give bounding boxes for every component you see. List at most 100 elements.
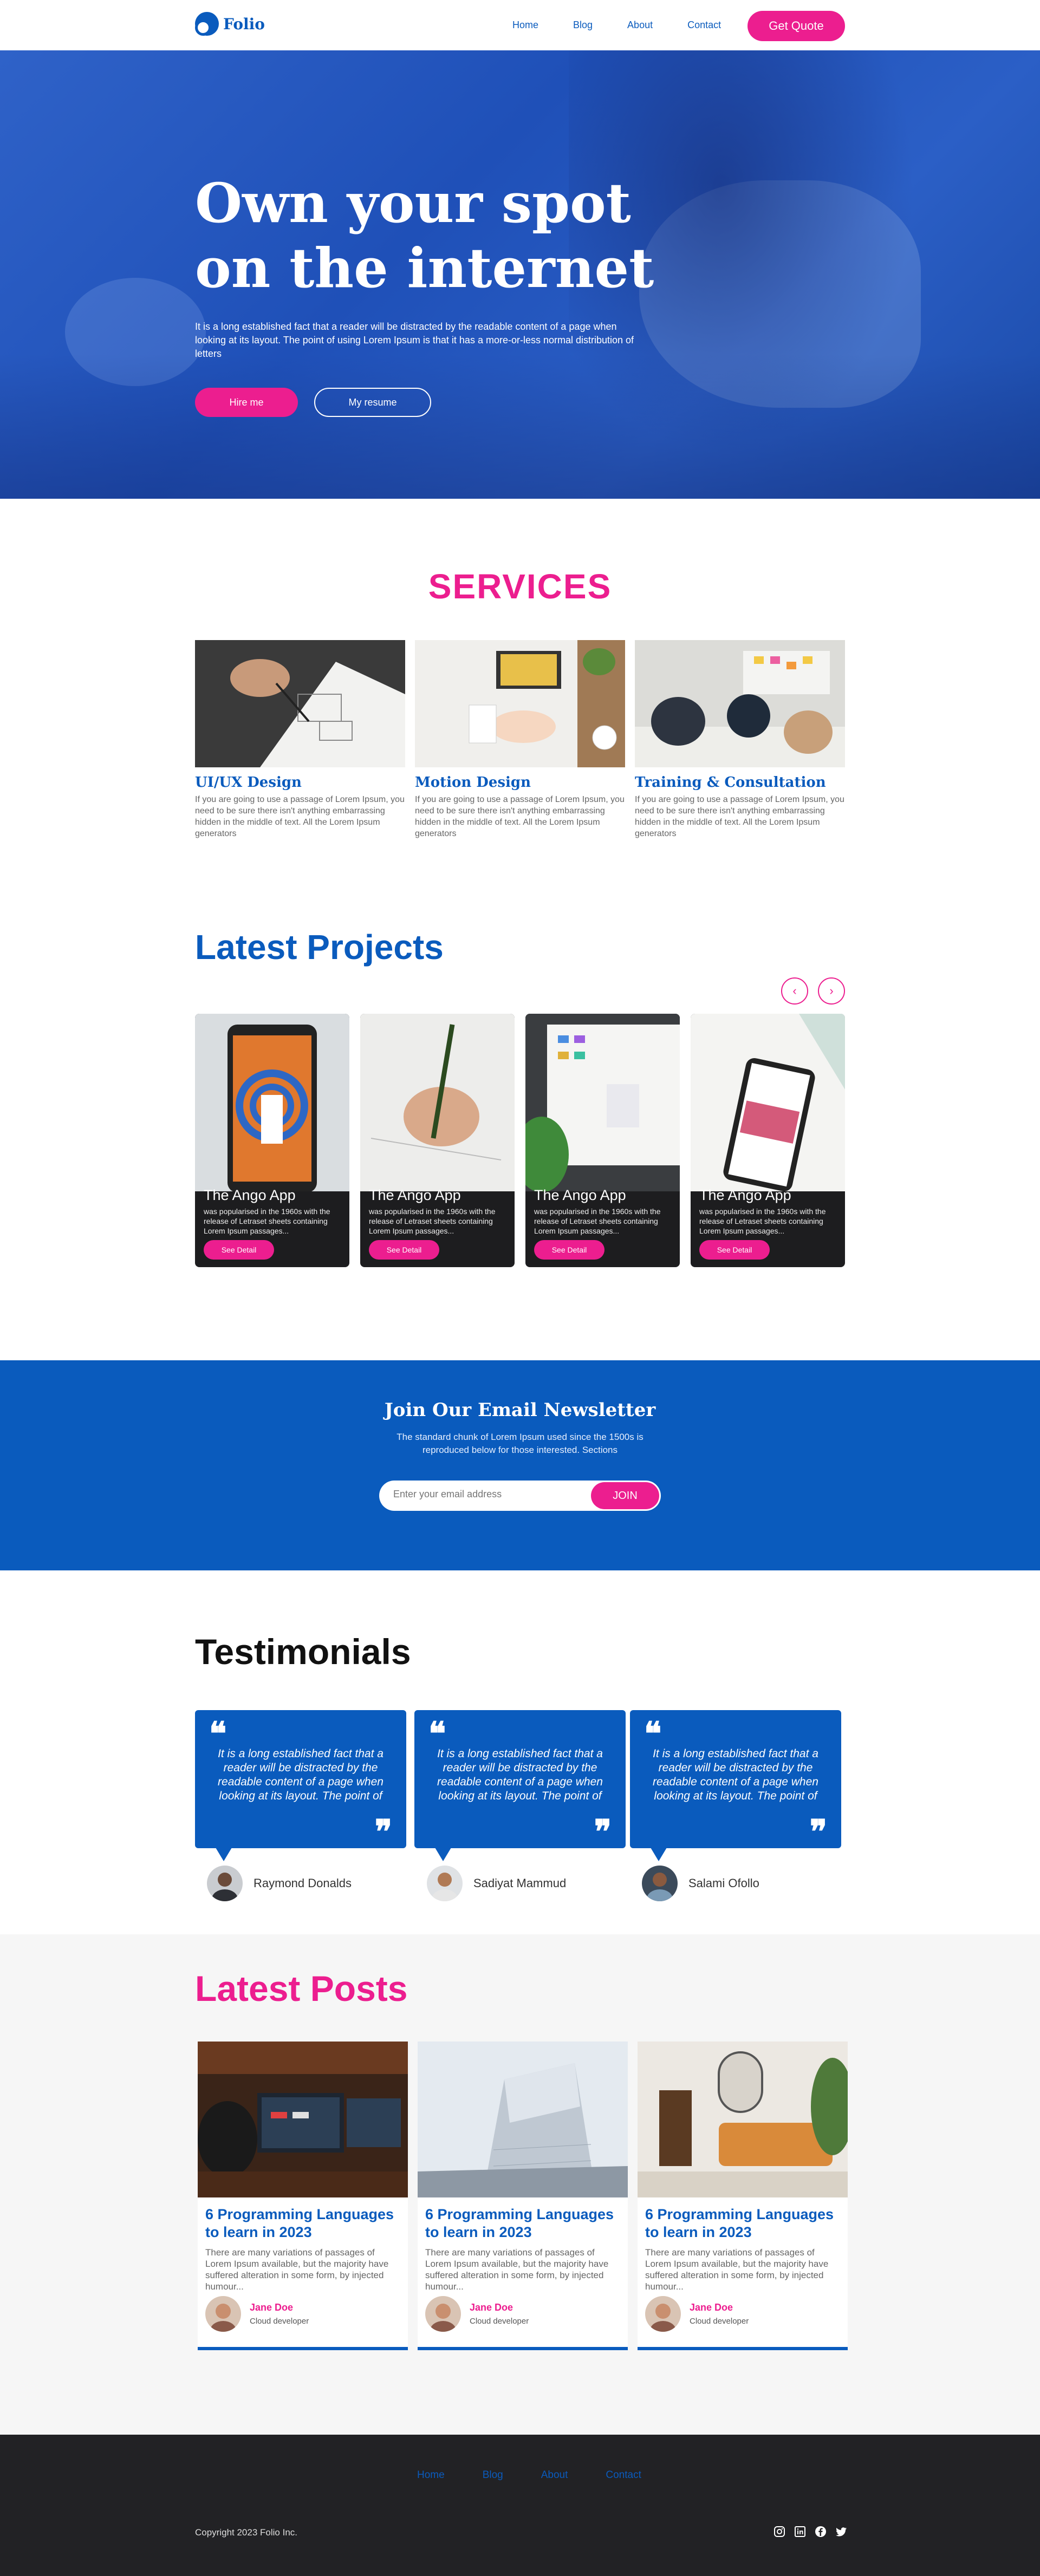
- project-name: The Ango App: [369, 1187, 461, 1203]
- post-title[interactable]: 6 Programming Languages to learn in 2023: [205, 2206, 400, 2241]
- testimonials-title: Testimonials: [195, 1632, 411, 1672]
- service-title: Motion Design: [415, 774, 531, 791]
- post-image: [418, 2042, 628, 2197]
- project-image: [360, 1014, 515, 1191]
- logo-text: Folio: [223, 15, 265, 33]
- project-name: The Ango App: [699, 1187, 791, 1203]
- post-card[interactable]: 6 Programming Languages to learn in 2023…: [638, 2042, 854, 2350]
- testimonial-author: Salami Ofollo: [642, 1866, 759, 1901]
- get-quote-button[interactable]: Get Quote: [748, 11, 845, 41]
- post-card[interactable]: 6 Programming Languages to learn in 2023…: [198, 2042, 408, 2350]
- testimonial-quote: It is a long established fact that a rea…: [653, 1747, 818, 1802]
- testimonial-name: Sadiyat Mammud: [473, 1876, 567, 1890]
- project-card[interactable]: The Ango App was popularised in the 1960…: [360, 1014, 515, 1267]
- service-image-motion: [415, 640, 625, 767]
- posts-title: Latest Posts: [195, 1968, 408, 2008]
- testimonial-name: Salami Ofollo: [688, 1876, 759, 1890]
- post-author: Jane Doe Cloud developer: [425, 2296, 529, 2332]
- services-title: SERVICES: [428, 567, 612, 606]
- footer-link-home[interactable]: Home: [417, 2469, 445, 2481]
- project-card[interactable]: The Ango App was popularised in the 1960…: [691, 1014, 845, 1267]
- logo[interactable]: Folio: [195, 12, 265, 36]
- service-title: UI/UX Design: [195, 774, 302, 791]
- service-title: Training & Consultation: [635, 774, 826, 791]
- quote-open-icon: ❝: [428, 1715, 446, 1753]
- post-text: There are many variations of passages of…: [425, 2247, 609, 2292]
- project-text: was popularised in the 1960s with the re…: [369, 1207, 496, 1235]
- avatar: [425, 2296, 461, 2332]
- author-name: Jane Doe: [470, 2302, 514, 2313]
- post-text: There are many variations of passages of…: [645, 2247, 829, 2292]
- nav-link-about[interactable]: About: [627, 19, 653, 31]
- nav-link-blog[interactable]: Blog: [573, 19, 593, 31]
- author-role: Cloud developer: [470, 2317, 529, 2326]
- service-text: If you are going to use a passage of Lor…: [415, 795, 625, 838]
- projects-title: Latest Projects: [195, 928, 444, 967]
- post-title[interactable]: 6 Programming Languages to learn in 2023: [425, 2206, 620, 2241]
- my-resume-button[interactable]: My resume: [314, 388, 431, 417]
- footer-nav: Home Blog About Contact: [417, 2469, 679, 2481]
- author-role: Cloud developer: [690, 2317, 749, 2326]
- social-links: [774, 2526, 847, 2538]
- hero-section: Own your spot on the internet It is a lo…: [0, 50, 1040, 499]
- main-nav: Home Blog About Contact: [512, 19, 756, 31]
- footer-link-blog[interactable]: Blog: [483, 2469, 503, 2481]
- see-detail-button[interactable]: See Detail: [204, 1240, 274, 1260]
- quote-close-icon: ❞: [594, 1813, 612, 1851]
- nav-link-home[interactable]: Home: [512, 19, 538, 31]
- testimonial-author: Raymond Donalds: [207, 1866, 352, 1901]
- quote-open-icon: ❝: [644, 1715, 662, 1753]
- author-role: Cloud developer: [250, 2317, 309, 2326]
- testimonial-quote: It is a long established fact that a rea…: [437, 1747, 603, 1802]
- see-detail-button[interactable]: See Detail: [534, 1240, 604, 1260]
- project-text: was popularised in the 1960s with the re…: [699, 1207, 826, 1235]
- post-card[interactable]: 6 Programming Languages to learn in 2023…: [418, 2042, 628, 2350]
- project-text: was popularised in the 1960s with the re…: [534, 1207, 661, 1235]
- newsletter-form: JOIN: [379, 1481, 661, 1511]
- project-image: [691, 1014, 845, 1191]
- newsletter-title: Join Our Email Newsletter: [384, 1399, 656, 1421]
- testimonial-card: ❝ It is a long established fact that a r…: [195, 1710, 406, 1861]
- project-card[interactable]: The Ango App was popularised in the 1960…: [195, 1014, 349, 1267]
- linkedin-icon[interactable]: [794, 2526, 806, 2538]
- hire-me-button[interactable]: Hire me: [195, 388, 298, 417]
- service-card: Motion Design If you are going to use a …: [415, 640, 625, 839]
- instagram-icon[interactable]: [774, 2526, 785, 2538]
- carousel-next-button[interactable]: ›: [818, 977, 845, 1005]
- post-title[interactable]: 6 Programming Languages to learn in 2023: [645, 2206, 840, 2241]
- service-card: UI/UX Design If you are going to use a p…: [195, 640, 405, 839]
- twitter-icon[interactable]: [835, 2526, 847, 2538]
- quote-close-icon: ❞: [374, 1813, 392, 1851]
- footer-link-about[interactable]: About: [541, 2469, 568, 2481]
- newsletter-text: The standard chunk of Lorem Ipsum used s…: [396, 1432, 644, 1455]
- avatar: [207, 1866, 243, 1901]
- footer: Home Blog About Contact Copyright 2023 F…: [0, 2435, 1040, 2576]
- facebook-icon[interactable]: [815, 2526, 827, 2538]
- navbar: Folio Home Blog About Contact Get Quote: [0, 0, 1040, 50]
- logo-icon: [195, 12, 219, 36]
- join-button[interactable]: JOIN: [591, 1482, 659, 1509]
- author-name: Jane Doe: [250, 2302, 294, 2313]
- service-text: If you are going to use a passage of Lor…: [195, 795, 405, 838]
- carousel-prev-button[interactable]: ‹: [781, 977, 808, 1005]
- nav-link-contact[interactable]: Contact: [687, 19, 721, 31]
- hero-title: Own your spot on the internet: [195, 171, 654, 300]
- project-card[interactable]: The Ango App was popularised in the 1960…: [525, 1014, 680, 1267]
- testimonial-author: Sadiyat Mammud: [427, 1866, 566, 1901]
- avatar: [427, 1866, 463, 1901]
- author-name: Jane Doe: [690, 2302, 733, 2313]
- see-detail-button[interactable]: See Detail: [369, 1240, 439, 1260]
- quote-open-icon: ❝: [209, 1715, 227, 1753]
- copyright: Copyright 2023 Folio Inc.: [195, 2527, 297, 2538]
- email-input[interactable]: [393, 1489, 577, 1500]
- project-name: The Ango App: [534, 1187, 626, 1203]
- testimonial-quote: It is a long established fact that a rea…: [218, 1747, 384, 1802]
- post-author: Jane Doe Cloud developer: [645, 2296, 749, 2332]
- post-text: There are many variations of passages of…: [205, 2247, 389, 2292]
- testimonial-card: ❝ It is a long established fact that a r…: [414, 1710, 626, 1861]
- post-author: Jane Doe Cloud developer: [205, 2296, 309, 2332]
- see-detail-button[interactable]: See Detail: [699, 1240, 770, 1260]
- service-image-training: [635, 640, 845, 767]
- footer-link-contact[interactable]: Contact: [606, 2469, 641, 2481]
- chevron-left-icon: ‹: [792, 984, 797, 997]
